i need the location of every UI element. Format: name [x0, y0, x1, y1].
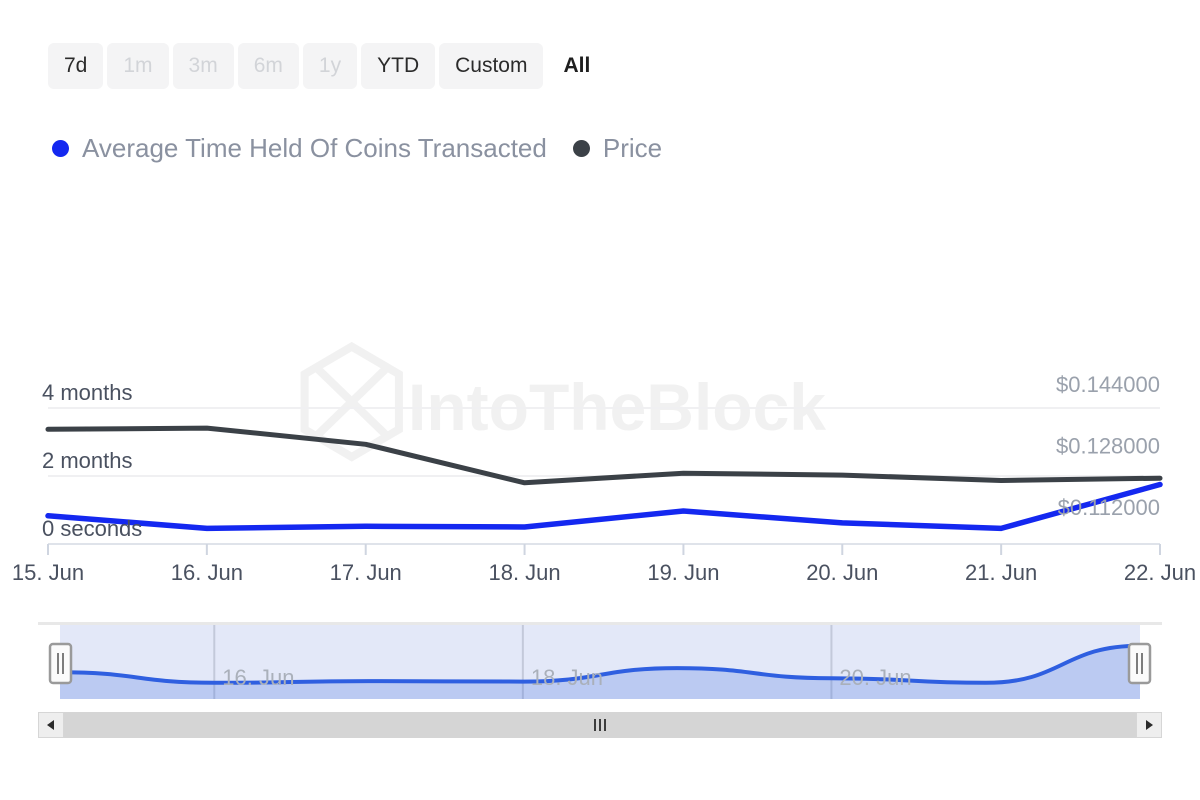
range-button-1m: 1m [107, 43, 169, 89]
legend-item-price[interactable]: Price [572, 133, 663, 164]
chevron-right-icon [1146, 720, 1153, 730]
range-button-3m: 3m [172, 43, 234, 89]
right-axis-tick-label: $0.128000 [1056, 433, 1160, 458]
left-axis-tick-label: 0 seconds [42, 516, 142, 541]
left-axis-tick-label: 2 months [42, 448, 133, 473]
left-axis-tick-label: 4 months [42, 380, 133, 405]
scrollbar-track[interactable] [64, 712, 1136, 738]
range-button-ytd[interactable]: YTD [361, 43, 436, 89]
range-button-6m: 6m [237, 43, 299, 89]
range-button-7d[interactable]: 7d [48, 43, 104, 89]
x-axis-tick-label: 20. Jun [806, 560, 878, 585]
legend-label: Price [602, 133, 663, 163]
x-axis-tick-label: 17. Jun [330, 560, 402, 585]
range-button-custom[interactable]: Custom [439, 43, 544, 89]
scroll-right-arrow-button[interactable] [1136, 712, 1162, 738]
x-axis-tick-label: 18. Jun [488, 560, 560, 585]
nav-date-label: 20. Jun [839, 665, 911, 690]
nav-handle-right[interactable] [1127, 642, 1152, 685]
series-line-average-time-held [45, 481, 1163, 532]
chart-watermark: IntoTheBlock [300, 341, 826, 462]
right-axis-tick-label: $0.144000 [1056, 372, 1160, 397]
x-axis-tick-label: 22. Jun [1124, 560, 1196, 585]
x-axis-tick-label: 15. Jun [12, 560, 84, 585]
nav-handle-left[interactable] [48, 642, 73, 685]
legend-label: Average Time Held Of Coins Transacted [82, 133, 547, 163]
x-axis-tick-label: 19. Jun [647, 560, 719, 585]
range-button-1y: 1y [302, 43, 358, 89]
legend-circle-marker [572, 140, 590, 157]
nav-date-label: 16. Jun [222, 665, 294, 690]
scroll-left-arrow-button[interactable] [38, 712, 64, 738]
x-axis-labels: 15. Jun 16. Jun 17. Jun 18. Jun 19. Jun 20. J… [12, 560, 1196, 585]
scrollbar-grip-icon [594, 719, 606, 731]
x-axis-tick-label: 21. Jun [965, 560, 1037, 585]
navigator-scrollbar[interactable] [38, 712, 1162, 738]
x-axis-tick-label: 16. Jun [171, 560, 243, 585]
right-axis-labels: $0.112000 $0.128000 $0.144000 [1056, 372, 1160, 520]
nav-date-label: 18. Jun [531, 665, 603, 690]
nav-top-border [38, 622, 1162, 625]
range-selector: 7d 1m 3m 6m 1y YTD Custom All [48, 43, 606, 89]
legend-item-average-time-held[interactable]: Average Time Held Of Coins Transacted [52, 133, 547, 164]
chart-navigator[interactable]: 16. Jun 18. Jun 20. Jun [38, 622, 1162, 702]
left-axis-labels: 0 seconds 2 months 4 months [42, 380, 142, 541]
chart-legend: Average Time Held Of Coins Transacted Pri… [52, 133, 662, 164]
chart-x-ticks [47, 544, 1161, 555]
right-axis-tick-label: $0.112000 [1058, 495, 1160, 520]
chevron-left-icon [47, 720, 54, 730]
range-button-all[interactable]: All [547, 43, 606, 89]
main-chart: IntoTheBlock 0 seconds 2 months 4 months $… [0, 230, 1200, 590]
legend-circle-marker [52, 140, 69, 157]
